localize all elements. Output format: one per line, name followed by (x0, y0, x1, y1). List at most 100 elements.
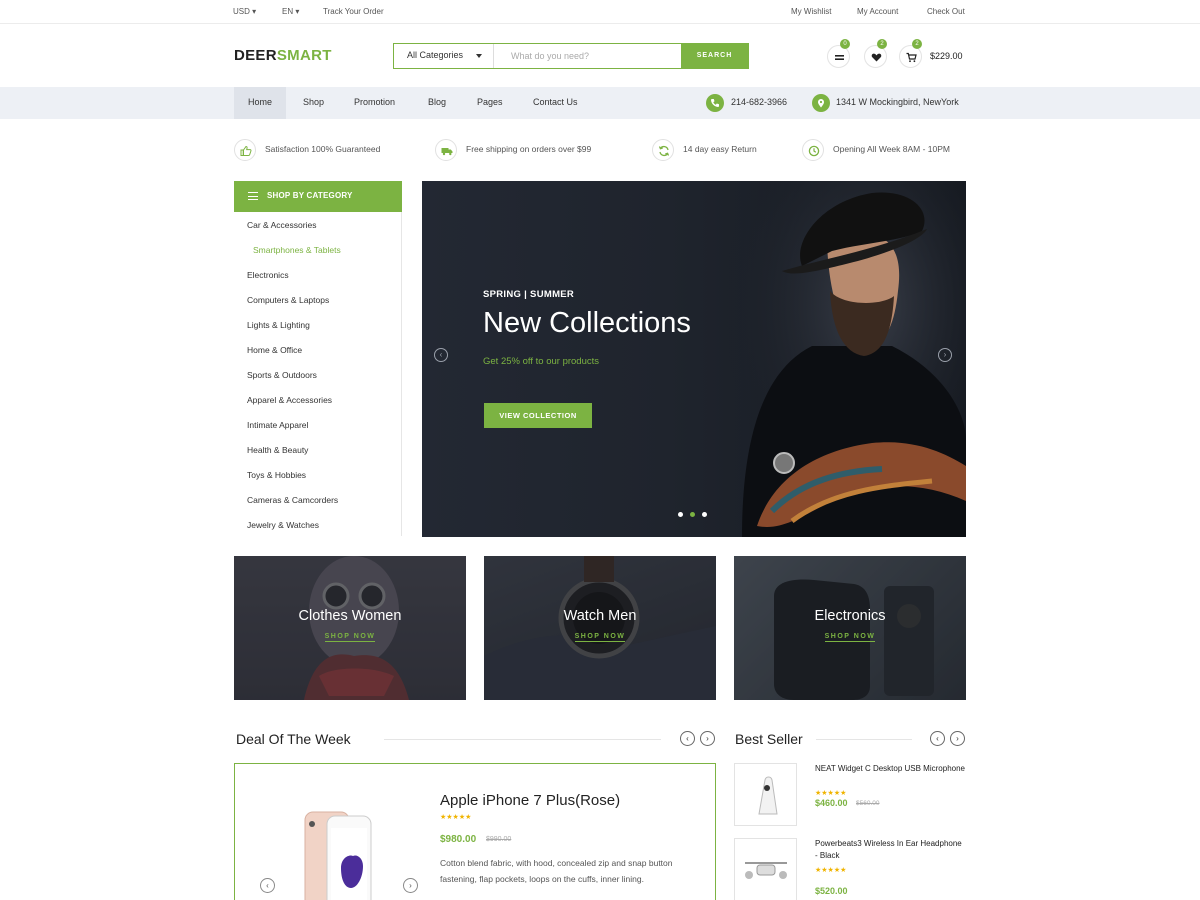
deal-old-price: $990.00 (486, 836, 512, 843)
category-dropdown[interactable]: All Categories (394, 44, 494, 68)
shop-now-link[interactable]: SHOP NOW (234, 633, 466, 642)
speaker-photo (734, 556, 966, 700)
cart-icon (906, 52, 917, 63)
nav-home[interactable]: Home (234, 87, 287, 119)
nav-shop[interactable]: Shop (303, 87, 324, 119)
category-item[interactable]: Electronics (247, 270, 289, 280)
main-nav: Home Shop Promotion Blog Pages Contact U… (0, 87, 1200, 119)
product-name[interactable]: NEAT Widget C Desktop USB Microphone (815, 763, 965, 775)
return-icon (652, 139, 674, 161)
woman-photo (234, 556, 466, 700)
search-input[interactable] (494, 44, 681, 68)
currency-selector[interactable]: USD ▾ (233, 7, 256, 16)
chevron-left-icon[interactable]: ‹ (260, 878, 275, 893)
currency-value: USD (233, 7, 250, 16)
banner-clothes-women[interactable]: Clothes Women SHOP NOW (234, 556, 466, 700)
banner-title: Clothes Women (298, 608, 402, 624)
category-item[interactable]: Cameras & Camcorders (247, 495, 338, 505)
hero-slider[interactable]: SPRING | SUMMER New Collections Get 25% … (422, 181, 966, 537)
nav-promotion[interactable]: Promotion (354, 87, 395, 119)
banner-title: Watch Men (563, 608, 637, 624)
shop-now-link[interactable]: SHOP NOW (484, 633, 716, 642)
slide-dot-active[interactable] (690, 512, 695, 517)
product-old-price: $560.00 (856, 800, 880, 807)
chevron-right-icon[interactable]: › (938, 348, 952, 362)
wishlist-count-badge: 2 (877, 39, 887, 49)
category-item[interactable]: Lights & Lighting (247, 320, 310, 330)
cart-button[interactable]: 2 (899, 39, 922, 68)
category-list: Car & Accessories Smartphones & Tablets … (234, 212, 402, 536)
nav-pages[interactable]: Pages (477, 87, 503, 119)
product-thumbnail[interactable] (734, 763, 797, 826)
language-selector[interactable]: EN ▾ (282, 7, 299, 16)
headphone-image (745, 862, 787, 879)
shop-now-label: SHOP NOW (324, 633, 376, 642)
category-menu-header[interactable]: SHOP BY CATEGORY (234, 181, 402, 212)
logo-part-1: DEER (234, 47, 277, 64)
rating-stars-icon: ★★★★★ (815, 867, 847, 874)
store-address: 1341 W Mockingbird, NewYork (836, 97, 959, 107)
best-seller-item: NEAT Widget C Desktop USB Microphone ★★★… (734, 763, 966, 827)
category-item[interactable]: Toys & Hobbies (247, 470, 306, 480)
menu-icon (248, 192, 258, 200)
top-bar: USD ▾ EN ▾ Track Your Order My Wishlist … (0, 0, 1200, 24)
site-logo[interactable]: DEER SMART (234, 47, 332, 64)
phone-number[interactable]: 214-682-3966 (731, 97, 787, 107)
cart-count-badge: 2 (912, 39, 922, 49)
checkout-link[interactable]: Check Out (927, 7, 965, 16)
hero-title: New Collections (483, 307, 691, 339)
feature-label: Opening All Week 8AM - 10PM (833, 144, 951, 154)
shop-now-link[interactable]: SHOP NOW (734, 633, 966, 642)
feature-label: Free shipping on orders over $99 (466, 144, 592, 154)
watch-photo (484, 556, 716, 700)
category-item-active[interactable]: Smartphones & Tablets (253, 245, 341, 255)
heart-icon (871, 53, 882, 62)
best-seller-item: Powerbeats3 Wireless In Ear Headphone - … (734, 838, 966, 900)
search-button[interactable]: SEARCH (681, 44, 748, 68)
chevron-right-icon[interactable]: › (403, 878, 418, 893)
compare-count-badge: 0 (840, 39, 850, 49)
category-item[interactable]: Jewelry & Watches (247, 520, 319, 530)
banner-watch-men[interactable]: Watch Men SHOP NOW (484, 556, 716, 700)
deal-section-title: Deal Of The Week (236, 731, 351, 747)
category-menu-title: SHOP BY CATEGORY (267, 191, 353, 200)
nav-contact[interactable]: Contact Us (533, 87, 578, 119)
view-collection-button[interactable]: VIEW COLLECTION (484, 403, 592, 428)
account-link[interactable]: My Account (857, 7, 898, 16)
category-item[interactable]: Sports & Outdoors (247, 370, 317, 380)
category-item[interactable]: Computers & Laptops (247, 295, 329, 305)
chevron-right-icon[interactable]: › (950, 731, 965, 746)
category-item[interactable]: Home & Office (247, 345, 302, 355)
banner-electronics[interactable]: Electronics SHOP NOW (734, 556, 966, 700)
rating-stars-icon: ★★★★★ (440, 814, 472, 821)
slide-dot[interactable] (702, 512, 707, 517)
compare-button[interactable]: 0 (827, 39, 850, 68)
chevron-right-icon[interactable]: › (700, 731, 715, 746)
phone-icon (706, 94, 724, 112)
slide-dot[interactable] (678, 512, 683, 517)
section-divider (816, 739, 912, 740)
product-price: $520.00 (815, 886, 848, 896)
track-order-link[interactable]: Track Your Order (323, 7, 384, 16)
product-name[interactable]: Powerbeats3 Wireless In Ear Headphone - … (815, 838, 965, 862)
language-value: EN (282, 7, 294, 16)
chevron-left-icon[interactable]: ‹ (434, 348, 448, 362)
hero-kicker: SPRING | SUMMER (483, 289, 575, 300)
location-icon (812, 94, 830, 112)
deal-product-card: ‹ › Apple iPhone 7 Plus(Rose) ★★★★★ $980… (234, 763, 716, 900)
category-item[interactable]: Apparel & Accessories (247, 395, 332, 405)
nav-blog[interactable]: Blog (428, 87, 446, 119)
category-item[interactable]: Car & Accessories (247, 220, 316, 230)
category-item[interactable]: Health & Beauty (247, 445, 308, 455)
product-thumbnail[interactable] (734, 838, 797, 900)
cart-total[interactable]: $229.00 (930, 51, 963, 61)
iphone-image[interactable] (301, 808, 375, 900)
chevron-left-icon[interactable]: ‹ (930, 731, 945, 746)
deal-product-name[interactable]: Apple iPhone 7 Plus(Rose) (440, 792, 620, 809)
best-seller-section-title: Best Seller (735, 731, 803, 747)
wishlist-button[interactable]: 2 (864, 39, 887, 68)
chevron-left-icon[interactable]: ‹ (680, 731, 695, 746)
category-item[interactable]: Intimate Apparel (247, 420, 308, 430)
wishlist-link[interactable]: My Wishlist (791, 7, 831, 16)
shop-now-label: SHOP NOW (824, 633, 876, 642)
